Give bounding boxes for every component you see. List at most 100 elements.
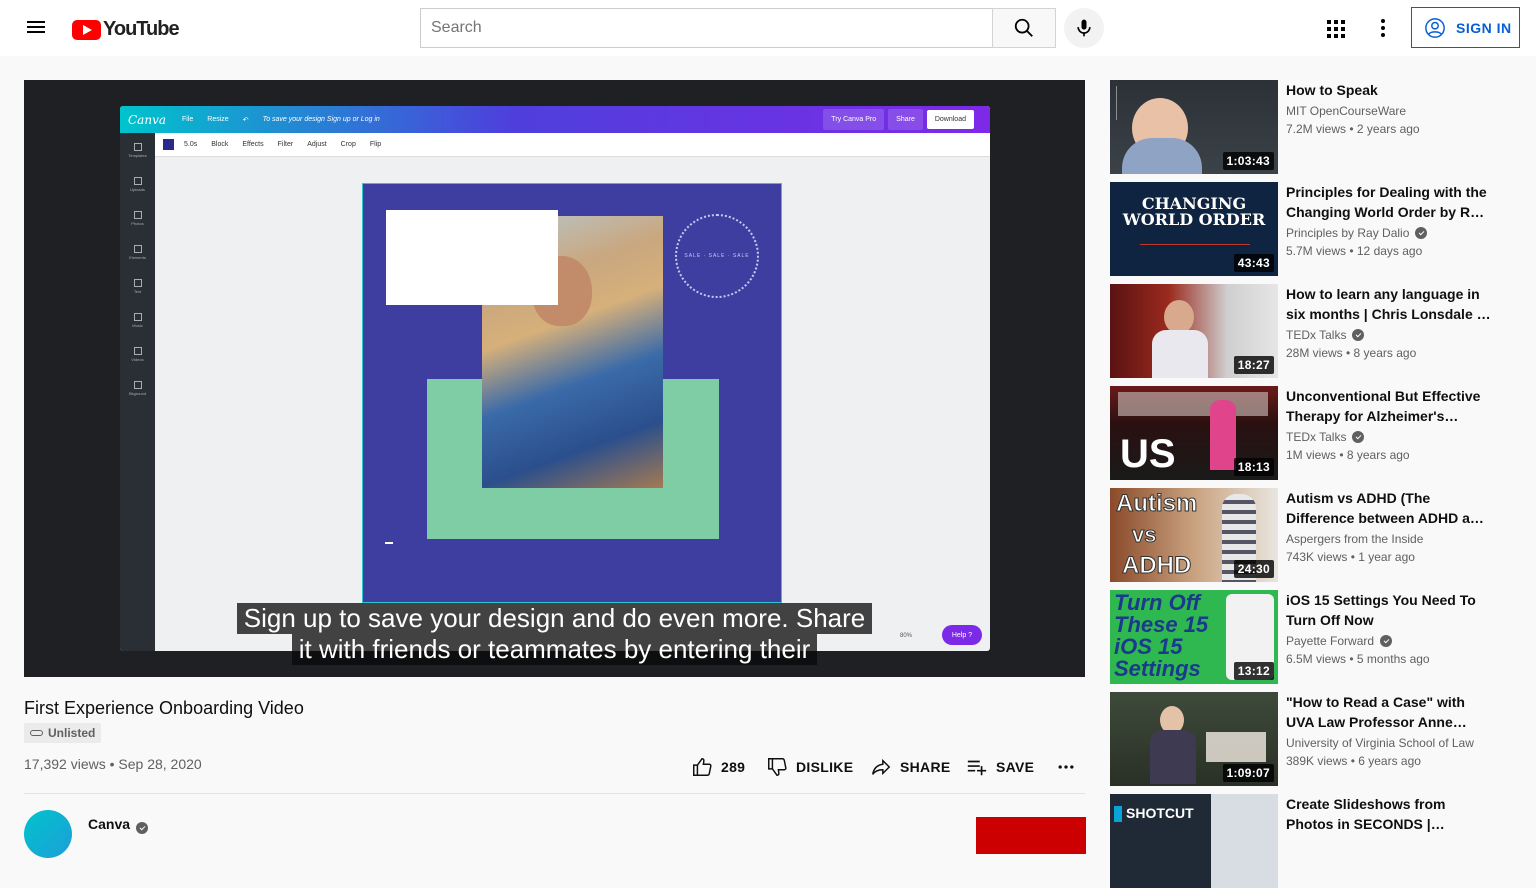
rec-item[interactable]: Autism vs ADHD 24:30 Autism vs ADHD (The… [1110, 488, 1510, 582]
thumb-text: Turn Off [1114, 590, 1200, 615]
canva-tool: Flip [369, 141, 382, 148]
rec-item[interactable]: Turn Off These 15 iOS 15 Settings 13:12 … [1110, 590, 1510, 684]
channel-name[interactable]: Canva [88, 816, 149, 834]
rec-title[interactable]: iOS 15 Settings You Need To Turn Off Now [1286, 590, 1491, 630]
dislike-icon [766, 756, 788, 778]
youtube-logo[interactable]: YouTube [72, 18, 180, 41]
rec-channel[interactable]: TEDx Talks [1286, 430, 1365, 444]
share-button[interactable]: SHARE [870, 754, 951, 780]
rec-thumbnail[interactable]: Turn Off These 15 iOS 15 Settings 13:12 [1110, 590, 1278, 684]
sign-in-label: SIGN IN [1456, 19, 1512, 36]
thumb-text: iOS 15 [1114, 634, 1183, 659]
verified-icon [1415, 227, 1428, 239]
rec-thumbnail[interactable]: CHANGING WORLD ORDER 43:43 [1110, 182, 1278, 276]
link-icon [30, 730, 43, 736]
canva-side-item: Elements [120, 235, 155, 269]
caption-text: it with friends or teammates by entering… [291, 634, 818, 665]
voice-search-button[interactable] [1064, 8, 1104, 48]
canva-save-prompt: To save your design Sign up or Log in [262, 116, 380, 123]
canva-side-item: Templates [120, 133, 155, 167]
more-vert-icon[interactable] [1371, 16, 1395, 40]
visibility-label: Unlisted [48, 726, 96, 740]
canva-tool: 5.0s [184, 141, 198, 148]
thumb-text: SHOTCUT [1126, 805, 1194, 821]
rec-duration: 24:30 [1233, 560, 1274, 578]
rec-channel[interactable]: TEDx Talks [1286, 328, 1365, 342]
thumb-text: US [1120, 432, 1176, 476]
rec-channel[interactable]: Aspergers from the Inside [1286, 532, 1423, 546]
video-title: First Experience Onboarding Video [24, 698, 304, 718]
rec-title[interactable]: Unconventional But Effective Therapy for… [1286, 386, 1491, 426]
rec-item[interactable]: 18:27 How to learn any language in six m… [1110, 284, 1510, 378]
canva-side-item: Text [120, 269, 155, 303]
canva-share: Share [888, 109, 923, 130]
logo-text: YouTube [103, 18, 180, 40]
rec-title[interactable]: Autism vs ADHD (The Difference between A… [1286, 488, 1491, 528]
search-icon [1014, 18, 1033, 37]
rec-item[interactable]: 1:03:43 How to Speak MIT OpenCourseWare … [1110, 80, 1510, 174]
rec-thumbnail[interactable]: 1:03:43 [1110, 80, 1278, 174]
save-label: SAVE [996, 759, 1035, 775]
canva-download: Download [926, 110, 974, 129]
rec-channel[interactable]: MIT OpenCourseWare [1286, 104, 1406, 118]
video-meta: 17,392 views • Sep 28, 2020 [24, 756, 202, 772]
rec-item[interactable]: CHANGING WORLD ORDER 43:43 Principles fo… [1110, 182, 1510, 276]
rec-channel[interactable]: University of Virginia School of Law [1286, 736, 1474, 750]
rec-views: 5.7M views • 12 days ago [1286, 244, 1423, 258]
rec-item[interactable]: US 18:13 Unconventional But Effective Th… [1110, 386, 1510, 480]
canva-tool: Filter [277, 141, 294, 148]
design-white-block [386, 210, 558, 305]
rec-views: 1M views • 8 years ago [1286, 448, 1410, 462]
caption-line: it with friends or teammates by entering… [24, 634, 1085, 665]
rec-duration: 43:43 [1233, 254, 1274, 272]
rec-item[interactable]: SHOTCUT Create Slideshows from Photos in… [1110, 794, 1510, 888]
rec-thumbnail[interactable]: 18:27 [1110, 284, 1278, 378]
search-input[interactable] [431, 19, 983, 37]
rec-title[interactable]: How to Speak [1286, 80, 1491, 100]
canva-design-canvas: SALE · SALE · SALE [362, 183, 782, 603]
save-button[interactable]: SAVE [966, 754, 1034, 780]
rec-title[interactable]: Principles for Dealing with the Changing… [1286, 182, 1491, 222]
canva-header: Canva File Resize ↶ To save your design … [120, 106, 990, 133]
canva-sidebar: Templates Uploads Photos Elements Text M… [120, 133, 155, 651]
rec-thumbnail[interactable]: Autism vs ADHD 24:30 [1110, 488, 1278, 582]
rec-thumbnail[interactable]: US 18:13 [1110, 386, 1278, 480]
menu-icon[interactable] [24, 16, 48, 40]
rec-channel[interactable]: Principles by Ray Dalio [1286, 226, 1428, 240]
sign-in-button[interactable]: SIGN IN [1411, 7, 1520, 48]
rec-views: 743K views • 1 year ago [1286, 550, 1415, 564]
rec-thumbnail[interactable]: 1:09:07 [1110, 692, 1278, 786]
rec-channel[interactable]: Payette Forward [1286, 634, 1393, 648]
dislike-label: DISLIKE [796, 759, 854, 775]
canva-tool: Crop [340, 141, 356, 148]
apps-icon[interactable] [1323, 16, 1347, 40]
caption-line: Sign up to save your design and do even … [24, 603, 1085, 634]
dislike-button[interactable]: DISLIKE [766, 754, 853, 780]
like-button[interactable]: 289 [691, 754, 745, 780]
canva-toolbar: 5.0s Block Effects Filter Adjust Crop Fl… [155, 133, 990, 157]
canva-tool: Block [211, 141, 229, 148]
account-circle-icon [1425, 17, 1445, 38]
video-player[interactable]: Canva File Resize ↶ To save your design … [24, 80, 1085, 677]
share-label: SHARE [900, 759, 951, 775]
canva-side-item: Music [120, 303, 155, 337]
subscribe-button[interactable] [976, 817, 1086, 854]
channel-avatar[interactable] [24, 810, 72, 858]
canva-color-swatch [163, 139, 174, 150]
verified-icon [1380, 635, 1393, 647]
canva-tool: Adjust [307, 141, 327, 148]
canva-menu-resize: Resize [207, 116, 229, 123]
rec-title[interactable]: Create Slideshows from Photos in SECONDS… [1286, 794, 1491, 834]
more-actions-button[interactable] [1056, 754, 1084, 780]
caption-text: Sign up to save your design and do even … [236, 603, 873, 634]
canva-side-item: Videos [120, 337, 155, 371]
rec-item[interactable]: 1:09:07 "How to Read a Case" with UVA La… [1110, 692, 1510, 786]
divider [24, 793, 1085, 794]
rec-title[interactable]: How to learn any language in six months … [1286, 284, 1491, 324]
rec-thumbnail[interactable]: SHOTCUT [1110, 794, 1278, 888]
canva-logo: Canva [128, 112, 166, 127]
canva-side-item: Bkground [120, 371, 155, 405]
design-dash [385, 542, 393, 544]
search-button[interactable] [992, 8, 1056, 48]
rec-title[interactable]: "How to Read a Case" with UVA Law Profes… [1286, 692, 1491, 732]
